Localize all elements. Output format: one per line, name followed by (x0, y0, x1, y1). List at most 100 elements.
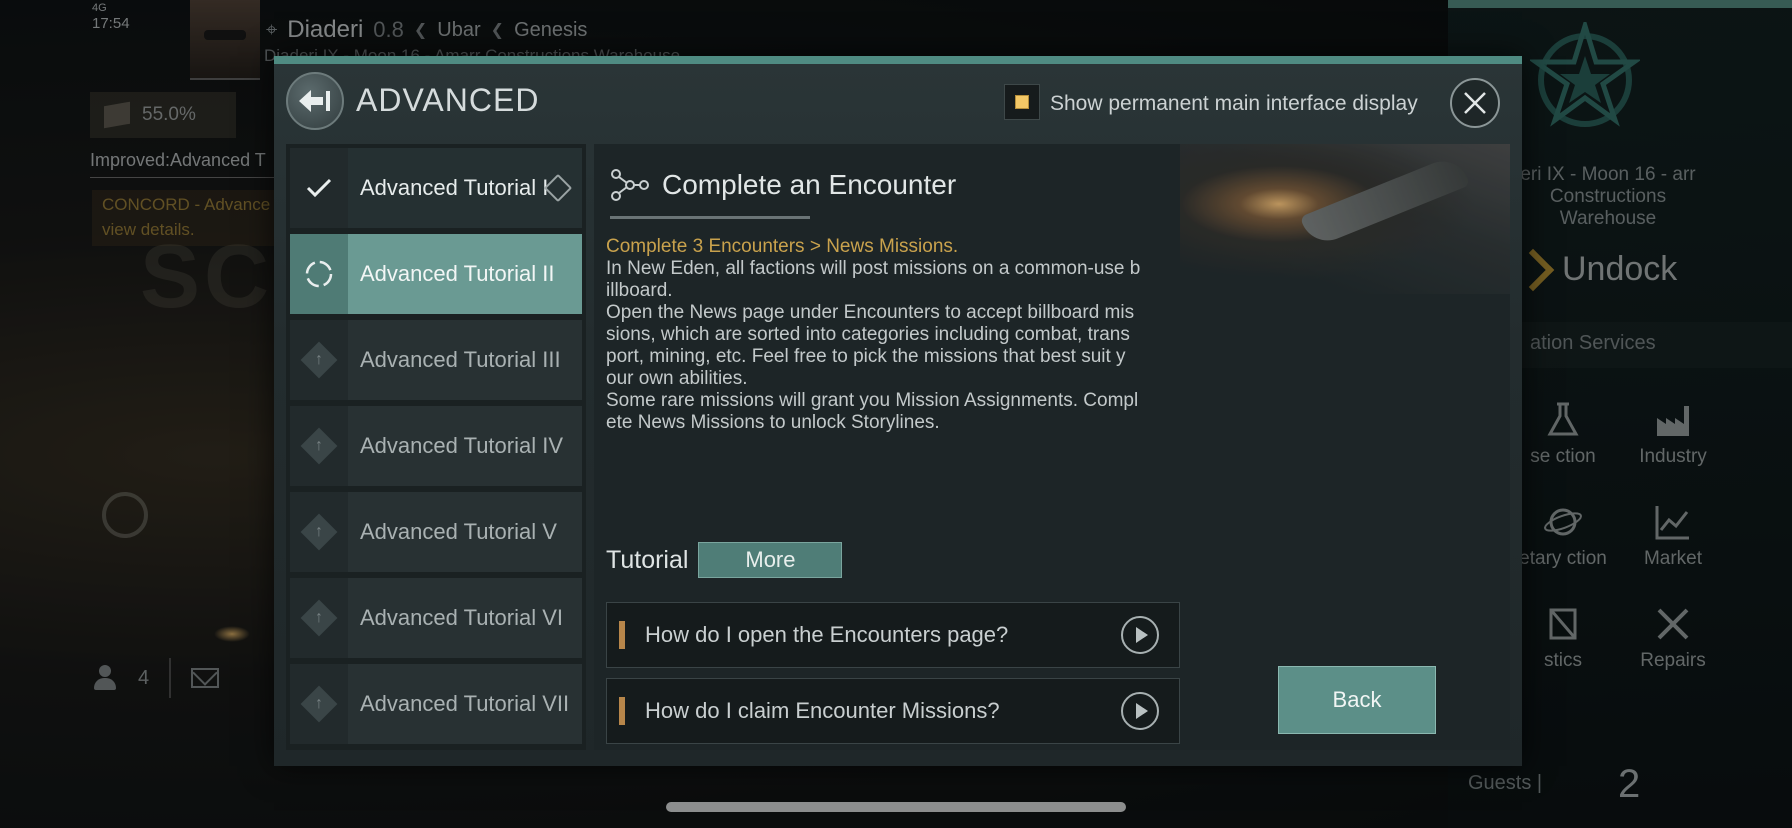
tutorial-item-3[interactable]: ↑ Advanced Tutorial III (290, 320, 582, 400)
location-bar[interactable]: ⌖ Diaderi 0.8 ❮ Ubar ❮ Genesis (266, 16, 587, 44)
network-indicator: 4G (92, 2, 107, 14)
faq-item[interactable]: How do I claim Encounter Missions? (606, 678, 1180, 744)
tutorial-label: Advanced Tutorial IV (348, 406, 582, 486)
service-industry[interactable]: Industry (1618, 400, 1728, 468)
status-bar: 4G 17:54 (92, 0, 130, 32)
locked-diamond-icon: ↑ (300, 513, 338, 551)
clock: 17:54 (92, 15, 130, 32)
tutorial-item-6[interactable]: ↑ Advanced Tutorial VI (290, 578, 582, 658)
close-button[interactable] (1450, 78, 1500, 128)
improved-notice: Improved:Advanced T (90, 150, 290, 178)
tutorial-item-4[interactable]: ↑ Advanced Tutorial IV (290, 406, 582, 486)
chevron-left-icon: ❮ (413, 22, 428, 39)
game-screen: 4G 17:54 ⌖ Diaderi 0.8 ❮ Ubar ❮ Genesis … (0, 0, 1792, 828)
bottom-left-bar: 4 (92, 658, 220, 698)
play-icon[interactable] (1121, 616, 1159, 654)
panel-top-strip (1448, 0, 1792, 8)
objective-text: Complete 3 Encounters > News Missions. (606, 236, 959, 257)
region-name: Genesis (514, 18, 588, 41)
mail-icon[interactable] (191, 668, 220, 688)
tutorial-detail-panel: Complete an Encounter Complete 3 Encount… (594, 144, 1510, 750)
character-portrait[interactable] (190, 0, 260, 80)
cargo-box-icon (104, 101, 130, 129)
dialog-header: ADVANCED Show permanent main interface d… (274, 64, 1522, 144)
faq-question: How do I open the Encounters page? (645, 622, 1009, 647)
undock-button[interactable]: Undock (1511, 248, 1678, 291)
locked-diamond-icon: ↑ (300, 427, 338, 465)
spaceship-artwork (1180, 144, 1510, 294)
checkmark-icon (306, 178, 332, 198)
permanent-display-label[interactable]: Show permanent main interface display (1050, 92, 1418, 116)
permanent-display-checkbox[interactable] (1004, 84, 1040, 120)
background-light (214, 626, 250, 642)
tutorial-label: Advanced Tutorial VI (348, 578, 582, 658)
service-planetary[interactable]: etary ction (1508, 502, 1618, 570)
tutorial-label: Advanced Tutorial III (348, 320, 582, 400)
status-cell: ↑ (290, 578, 348, 658)
tutorial-item-2[interactable]: Advanced Tutorial II (290, 234, 582, 314)
chevron-left-icon: ❮ (490, 22, 505, 39)
play-icon[interactable] (1121, 692, 1159, 730)
guests-count: 2 (1618, 762, 1641, 806)
locked-diamond-icon: ↑ (300, 685, 338, 723)
service-flask[interactable]: se ction (1508, 400, 1618, 468)
constellation-name: Ubar (437, 18, 481, 41)
status-cell: ↑ (290, 320, 348, 400)
tutorial-item-1[interactable]: Advanced Tutorial I (290, 148, 582, 228)
status-cell: ↑ (290, 406, 348, 486)
tutorial-label: Advanced Tutorial II (348, 234, 582, 314)
chart-icon (1655, 506, 1689, 540)
advanced-tutorial-dialog: ADVANCED Show permanent main interface d… (274, 56, 1522, 766)
guests-label: Guests | (1468, 772, 1543, 794)
tutorial-item-7[interactable]: ↑ Advanced Tutorial VII (290, 664, 582, 744)
station-title: eri IX - Moon 16 - arr Constructions War… (1520, 164, 1696, 229)
description-text: In New Eden, all factions will post miss… (606, 258, 1141, 433)
locked-diamond-icon: ↑ (300, 341, 338, 379)
divider (169, 658, 172, 698)
detail-title: Complete an Encounter (662, 169, 957, 200)
faq-question: How do I claim Encounter Missions? (645, 698, 1000, 723)
faq-accent-bar (619, 697, 625, 725)
tutorial-heading: Tutorial (606, 545, 689, 574)
status-cell: ↑ (290, 492, 348, 572)
security-status: 0.8 (373, 17, 404, 42)
planet-icon (1544, 508, 1582, 536)
service-repairs[interactable]: Repairs (1618, 604, 1728, 672)
tutorial-list: Advanced Tutorial I Advanced Tutorial II… (286, 144, 586, 750)
background-ring-icon (102, 492, 148, 538)
back-arrow-icon (299, 90, 330, 112)
home-indicator[interactable] (666, 802, 1126, 812)
in-progress-ring-icon (305, 260, 333, 288)
flask-icon (1547, 402, 1579, 436)
close-icon (1464, 92, 1486, 114)
detail-header: Complete an Encounter (610, 168, 956, 202)
service-market[interactable]: Market (1618, 502, 1728, 570)
faq-item[interactable]: How do I open the Encounters page? (606, 602, 1180, 668)
back-arrow-button[interactable] (286, 72, 344, 130)
logistics-icon (1549, 608, 1577, 640)
status-cell: ↑ (290, 664, 348, 744)
cargo-indicator[interactable]: 55.0% (90, 92, 236, 138)
checkbox-checked-mark (1015, 95, 1029, 109)
tutorial-label: Advanced Tutorial V (348, 492, 582, 572)
back-button[interactable]: Back (1278, 666, 1436, 734)
faq-accent-bar (619, 621, 625, 649)
corporation-emblem-icon (1530, 22, 1640, 127)
status-cell (290, 234, 348, 314)
wrench-icon (1657, 608, 1689, 640)
tutorial-item-5[interactable]: ↑ Advanced Tutorial V (290, 492, 582, 572)
locked-diamond-icon: ↑ (300, 599, 338, 637)
background-banner-text: SC (140, 227, 274, 327)
service-logistics[interactable]: stics (1508, 604, 1618, 672)
undock-label: Undock (1562, 250, 1678, 288)
system-name: Diaderi (287, 16, 364, 43)
title-underline (610, 216, 810, 219)
location-pin-icon: ⌖ (266, 18, 278, 41)
dialog-title: ADVANCED (356, 82, 540, 118)
tutorial-row: Tutorial More (606, 542, 843, 578)
cargo-percent: 55.0% (142, 104, 196, 125)
route-nodes-icon (611, 169, 649, 201)
more-button[interactable]: More (698, 542, 843, 578)
crew-icon[interactable] (92, 665, 118, 691)
tutorial-label: Advanced Tutorial VII (348, 664, 582, 744)
